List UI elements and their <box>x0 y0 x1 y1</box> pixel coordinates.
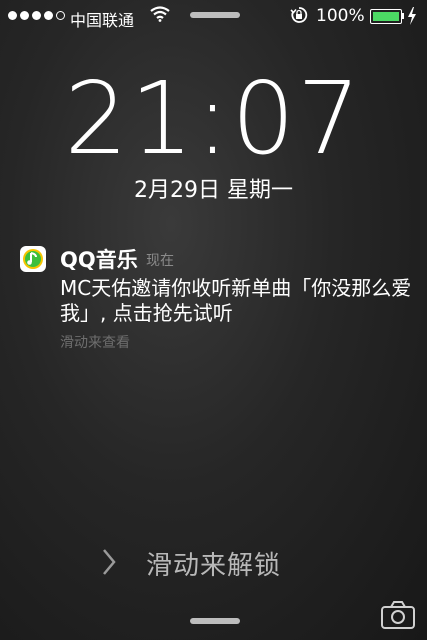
slide-to-unlock[interactable]: 滑动来解锁 <box>0 545 427 582</box>
lock-date: 2月29日 星期一 <box>134 178 293 203</box>
qq-music-icon <box>20 246 46 272</box>
notification-body: MC天佑邀请你收听新单曲「你没那么爱我」, 点击抢先试听 <box>60 276 412 325</box>
lock-clock: 21:07 <box>64 60 363 177</box>
wifi-icon <box>150 6 170 26</box>
battery-tip <box>402 13 404 19</box>
notification-app-name: QQ音乐 <box>60 248 138 272</box>
control-center-grabber[interactable] <box>190 618 240 624</box>
signal-strength-icon <box>8 11 65 20</box>
rotation-lock-icon <box>290 6 308 28</box>
charging-bolt-icon <box>407 7 417 29</box>
carrier-name: 中国联通 <box>70 11 135 30</box>
notification-center-grabber[interactable] <box>190 12 240 18</box>
battery-icon <box>370 9 402 24</box>
camera-icon[interactable] <box>380 600 416 634</box>
battery-percentage: 100% <box>316 6 365 26</box>
slide-to-view-hint: 滑动来查看 <box>60 335 130 351</box>
notification-time: 现在 <box>146 253 174 269</box>
status-bar: 中国联通 100% <box>0 0 427 34</box>
